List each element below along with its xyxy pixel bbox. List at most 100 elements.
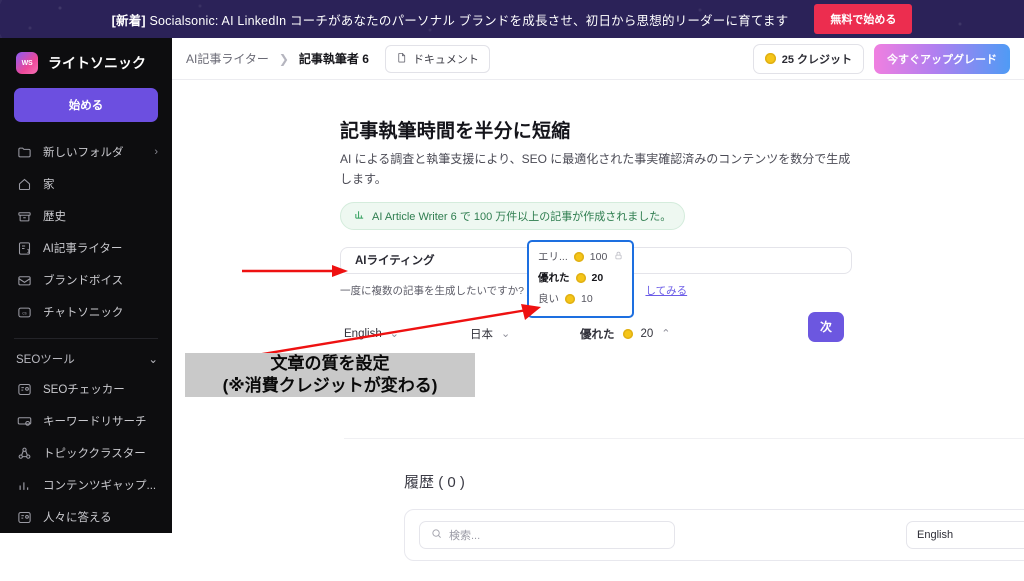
document-icon [396, 52, 407, 66]
search-input[interactable]: 検索... [419, 521, 675, 549]
sidebar-item-seo-checker[interactable]: SEOチェッカー [0, 373, 172, 405]
upgrade-button[interactable]: 今すぐアップグレード [874, 43, 1010, 74]
sidebar-item-topic-cluster[interactable]: トピッククラスター [0, 437, 172, 469]
sidebar-item-answer-the-people[interactable]: 人々に答える [0, 501, 172, 533]
region-select-value: 日本 [470, 328, 493, 341]
sidebar-item-label: 家 [43, 179, 55, 191]
stat-badge: AI Article Writer 6 で 100 万件以上の記事が作成されまし… [340, 201, 686, 230]
topbar-right: 25 クレジット 今すぐアップグレード [752, 43, 1010, 74]
chevron-down-icon: ⌄ [148, 354, 158, 366]
article-writer-icon [16, 240, 32, 256]
brand-voice-icon [16, 272, 32, 288]
answer-people-icon [16, 509, 32, 525]
region-select[interactable]: 日本 ⌄ [466, 320, 576, 348]
history-filters: English ⌄ ⌄ [906, 521, 1024, 549]
quality-option-label: エリ... [538, 251, 568, 263]
quality-option-label: 優れた [538, 272, 570, 284]
history-toolbar-card: 検索... English ⌄ ⌄ [404, 509, 1024, 561]
coin-icon [622, 328, 633, 339]
search-icon [431, 528, 442, 542]
sidebar-item-label: チャトソニック [43, 307, 124, 319]
history-icon [16, 208, 32, 224]
coin-icon [575, 272, 586, 283]
page-title: 記事執筆時間を半分に短縮 [340, 121, 571, 142]
document-chip[interactable]: ドキュメント [384, 44, 490, 73]
history-language-select[interactable]: English ⌄ [906, 521, 1024, 549]
bulk-hint-link-end[interactable]: してみる [645, 285, 687, 297]
keyword-research-icon [16, 413, 32, 429]
chevron-right-icon: › [154, 146, 158, 158]
sidebar-item-label: トピッククラスター [43, 448, 146, 460]
brand-name: ライトソニック [48, 55, 146, 71]
prompt-value: AIライティング [355, 255, 435, 268]
sidebar-item-label: SEOチェッカー [43, 384, 125, 396]
sidebar-item-label: キーワードリサーチ [43, 416, 147, 428]
start-button[interactable]: 始める [14, 88, 158, 122]
sidebar-group-seo-tools[interactable]: SEOツール ⌄ [0, 347, 172, 373]
home-icon [16, 176, 32, 192]
bulk-hint-prefix: 一度に複数の記事を生成したいですか? [340, 284, 527, 297]
quality-dropdown-popover[interactable]: エリ... 100 優れた 20 良い 10 [527, 240, 634, 318]
quality-option-label: 良い [538, 293, 559, 305]
coin-icon [764, 53, 776, 64]
history-language-value: English [917, 529, 954, 541]
annotation-line-2: (※消費クレジットが変わる) [222, 376, 438, 395]
quality-option-credits: 20 [591, 271, 604, 284]
coin-icon [573, 251, 584, 262]
search-placeholder: 検索... [449, 530, 481, 542]
folder-icon [16, 144, 32, 160]
breadcrumb-root[interactable]: AI記事ライター [186, 50, 269, 67]
sidebar-item-label: 人々に答える [43, 512, 112, 524]
annotation-line-1: 文章の質を設定 [270, 354, 390, 374]
language-select[interactable]: English ⌄ [340, 321, 466, 346]
quality-option-elite[interactable]: エリ... 100 [538, 249, 623, 264]
sidebar-item-keyword-research[interactable]: キーワードリサーチ [0, 405, 172, 437]
chevron-down-icon: ⌄ [389, 328, 399, 341]
sidebar-item-label: ブランドボイス [43, 275, 124, 287]
stat-badge-label: AI Article Writer 6 で 100 万件以上の記事が作成されまし… [372, 210, 672, 223]
next-button[interactable]: 次 [808, 311, 844, 342]
history-count: ( 0 ) [438, 474, 465, 491]
breadcrumb-separator-icon: ❯ [278, 51, 289, 66]
brand-logo-icon: WS [16, 52, 38, 74]
sidebar-item-content-gap[interactable]: コンテンツギャップ... [0, 469, 172, 501]
quality-select[interactable]: 優れた 20 ⌃ [576, 320, 696, 348]
topbar: AI記事ライター ❯ 記事執筆者 6 ドキュメント 25 クレジット 今すぐアッ… [172, 38, 1024, 80]
credits-chip[interactable]: 25 クレジット [752, 43, 864, 74]
sidebar-item-home[interactable]: 家 [0, 168, 172, 200]
quality-option-credits: 100 [589, 250, 608, 263]
promo-text: [新着] Socialsonic: AI LinkedIn コーチがあなたのパー… [112, 10, 789, 29]
stat-badge-row: AI Article Writer 6 で 100 万件以上の記事が作成されまし… [340, 201, 1024, 230]
sidebar: WS ライトソニック 始める 新しいフォルダ › 家 歴史 AI記事ライター ブ… [0, 38, 172, 533]
history-title: 履歴 ( 0 ) [404, 471, 1024, 492]
promo-banner: [新着] Socialsonic: AI LinkedIn コーチがあなたのパー… [0, 0, 1024, 38]
sidebar-item-ai-article-writer[interactable]: AI記事ライター [0, 232, 172, 264]
sidebar-item-brand-voice[interactable]: ブランドボイス [0, 264, 172, 296]
language-select-value: English [344, 327, 382, 340]
seo-checker-icon [16, 381, 32, 397]
quality-select-value: 優れた [580, 328, 615, 341]
lock-icon [614, 250, 623, 264]
chatsonic-icon: cs [16, 304, 32, 320]
sidebar-item-new-folder[interactable]: 新しいフォルダ › [0, 136, 172, 168]
sidebar-item-label: AI記事ライター [43, 243, 123, 255]
quality-option-good[interactable]: 良い 10 [538, 291, 623, 306]
page-subtitle: AI による調査と執筆支援により、SEO に最適化された事実確認済みのコンテンツ… [340, 152, 851, 186]
svg-text:cs: cs [22, 310, 27, 315]
sidebar-item-label: 新しいフォルダ [43, 147, 124, 159]
credits-label: 25 クレジット [781, 53, 852, 66]
quality-select-credits: 20 [640, 327, 654, 340]
brand[interactable]: WS ライトソニック [0, 38, 172, 86]
promo-cta-button[interactable]: 無料で始める [814, 4, 913, 34]
sidebar-item-label: コンテンツギャップ... [43, 480, 157, 492]
generation-controls: English ⌄ 日本 ⌄ 優れた 20 ⌃ 次 [340, 311, 848, 348]
sidebar-item-history[interactable]: 歴史 [0, 200, 172, 232]
quality-option-excellent[interactable]: 優れた 20 [538, 270, 623, 285]
sidebar-item-chatsonic[interactable]: cs チャトソニック [0, 296, 172, 328]
promo-text-body: Socialsonic: AI LinkedIn コーチがあなたのパーソナル ブ… [145, 13, 789, 28]
coin-icon [565, 293, 575, 304]
topic-cluster-icon [16, 445, 32, 461]
history-section: 履歴 ( 0 ) 検索... English ⌄ ⌄ [344, 438, 1024, 571]
content-gap-icon [16, 477, 32, 493]
annotation-label-box: 文章の質を設定 (※消費クレジットが変わる) [185, 353, 475, 397]
